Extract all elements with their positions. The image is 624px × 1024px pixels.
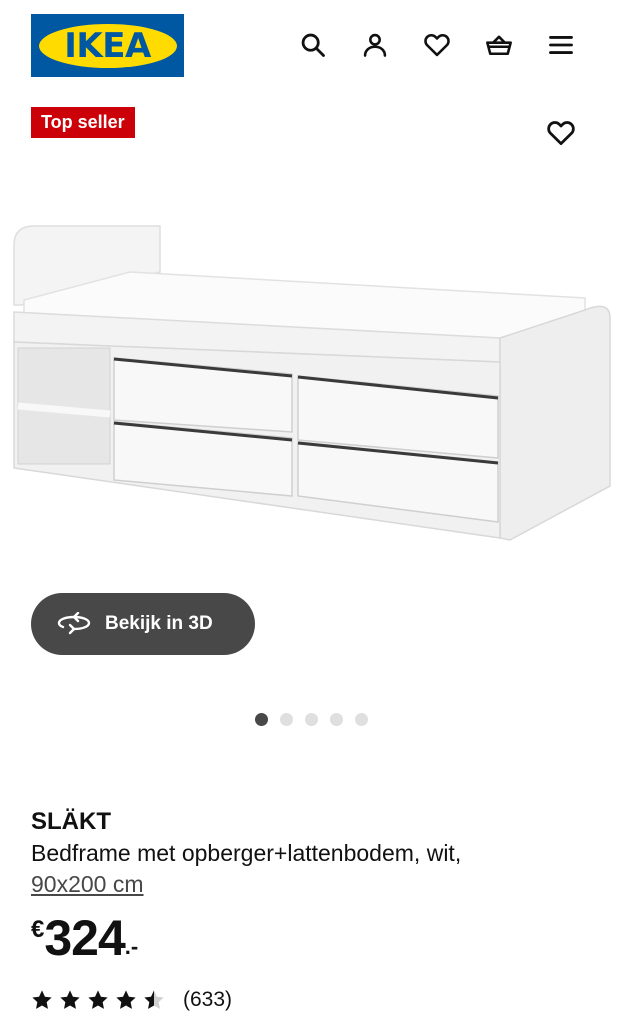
view-in-3d-button[interactable]: Bekijk in 3D	[31, 593, 255, 655]
carousel-dot-1[interactable]	[255, 713, 268, 726]
product-size-link[interactable]: 90x200 cm	[31, 871, 144, 898]
top-seller-badge: Top seller	[31, 107, 135, 138]
star-full-icon	[32, 990, 52, 1009]
product-price: € 324 .-	[31, 906, 138, 970]
carousel-dot-5[interactable]	[355, 713, 368, 726]
user-icon[interactable]	[356, 26, 394, 64]
carousel-dot-3[interactable]	[305, 713, 318, 726]
star-full-icon	[116, 990, 136, 1009]
star-full-icon	[88, 990, 108, 1009]
logo-oval: IKEA	[38, 23, 177, 68]
menu-icon[interactable]	[542, 26, 580, 64]
carousel-dot-2[interactable]	[280, 713, 293, 726]
favourite-heart-icon[interactable]	[543, 115, 579, 151]
star-half-icon	[144, 990, 164, 1009]
site-header: IKEA	[0, 0, 624, 90]
star-full-icon	[60, 990, 80, 1009]
product-description: Bedframe met opberger+lattenbodem, wit,	[31, 840, 462, 866]
basket-icon[interactable]	[480, 26, 518, 64]
product-name: SLÄKT	[31, 808, 111, 835]
search-icon[interactable]	[294, 26, 332, 64]
review-count: (633)	[183, 988, 233, 1011]
carousel-dot-4[interactable]	[330, 713, 343, 726]
price-currency: €	[31, 916, 45, 943]
heart-icon[interactable]	[418, 26, 456, 64]
price-decimals: .-	[124, 934, 139, 959]
product-image[interactable]	[0, 200, 624, 560]
view-in-3d-label: Bekijk in 3D	[105, 613, 213, 634]
carousel-dots	[255, 713, 368, 726]
ikea-logo[interactable]: IKEA	[31, 14, 184, 77]
price-amount: 324	[44, 910, 125, 966]
logo-text: IKEA	[64, 25, 151, 66]
rotate-3d-icon	[57, 612, 91, 635]
product-rating[interactable]: (633)	[31, 988, 232, 1012]
